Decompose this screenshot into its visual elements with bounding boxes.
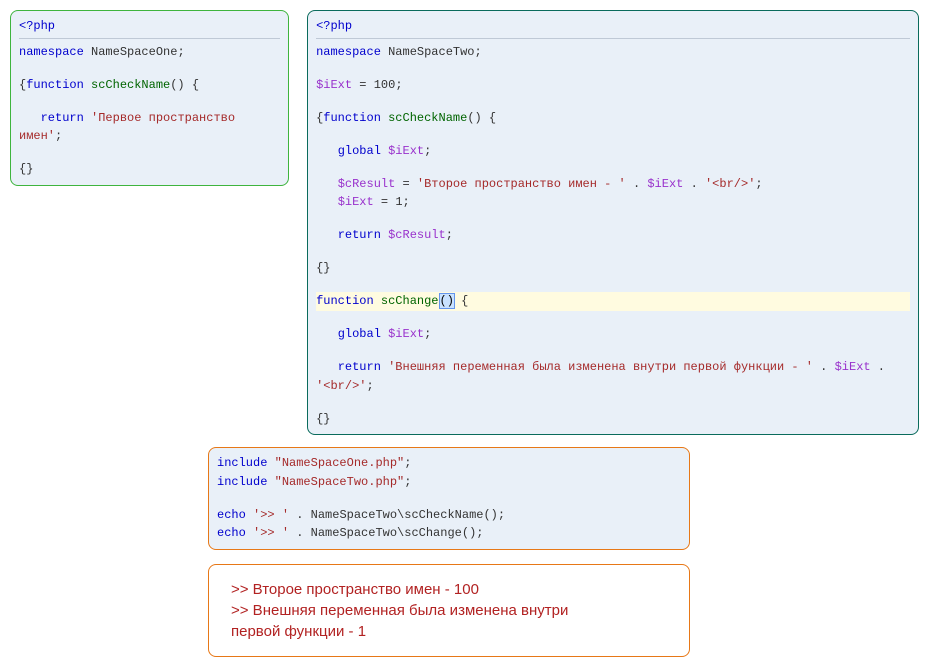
close-braces: {} bbox=[316, 410, 910, 429]
php-open-tag: <?php bbox=[316, 17, 910, 39]
include-stmt: include "NameSpaceTwo.php"; bbox=[217, 473, 681, 492]
return-stmt: return $cResult; bbox=[316, 226, 910, 245]
output-panel: >> Второе пространство имен - 100 >> Вне… bbox=[208, 564, 690, 657]
code-panel-main: include "NameSpaceOne.php"; include "Nam… bbox=[208, 447, 690, 550]
close-braces: {} bbox=[19, 160, 280, 179]
function-decl: {function scCheckName() { bbox=[19, 76, 280, 95]
code-panel-namespace-two: <?php namespace NameSpaceTwo; $iExt = 10… bbox=[307, 10, 919, 435]
return-stmt: return 'Внешняя переменная была изменена… bbox=[316, 358, 910, 395]
return-stmt: return 'Первое пространство имен'; bbox=[19, 109, 280, 146]
code-panel-namespace-one: <?php namespace NameSpaceOne; {function … bbox=[10, 10, 289, 186]
ext-var-decl: $iExt = 100; bbox=[316, 76, 910, 95]
echo-stmt: echo '>> ' . NameSpaceTwo\scChange(); bbox=[217, 524, 681, 543]
echo-stmt: echo '>> ' . NameSpaceTwo\scCheckName(); bbox=[217, 506, 681, 525]
output-line: первой функции - 1 bbox=[231, 621, 667, 642]
output-line: >> Второе пространство имен - 100 bbox=[231, 579, 667, 600]
global-stmt: global $iExt; bbox=[316, 325, 910, 344]
global-stmt: global $iExt; bbox=[316, 142, 910, 161]
namespace-decl: namespace NameSpaceTwo; bbox=[316, 43, 910, 62]
php-open-tag: <?php bbox=[19, 17, 280, 39]
function1-decl: {function scCheckName() { bbox=[316, 109, 910, 128]
namespace-decl: namespace NameSpaceOne; bbox=[19, 43, 280, 62]
iext-assign: $iExt = 1; bbox=[316, 193, 910, 212]
cresult-assign: $cResult = 'Второе пространство имен - '… bbox=[316, 175, 910, 194]
include-stmt: include "NameSpaceOne.php"; bbox=[217, 454, 681, 473]
close-braces: {} bbox=[316, 259, 910, 278]
function2-decl-highlighted: function scChange() { bbox=[316, 292, 910, 311]
output-line: >> Внешняя переменная была изменена внут… bbox=[231, 600, 667, 621]
